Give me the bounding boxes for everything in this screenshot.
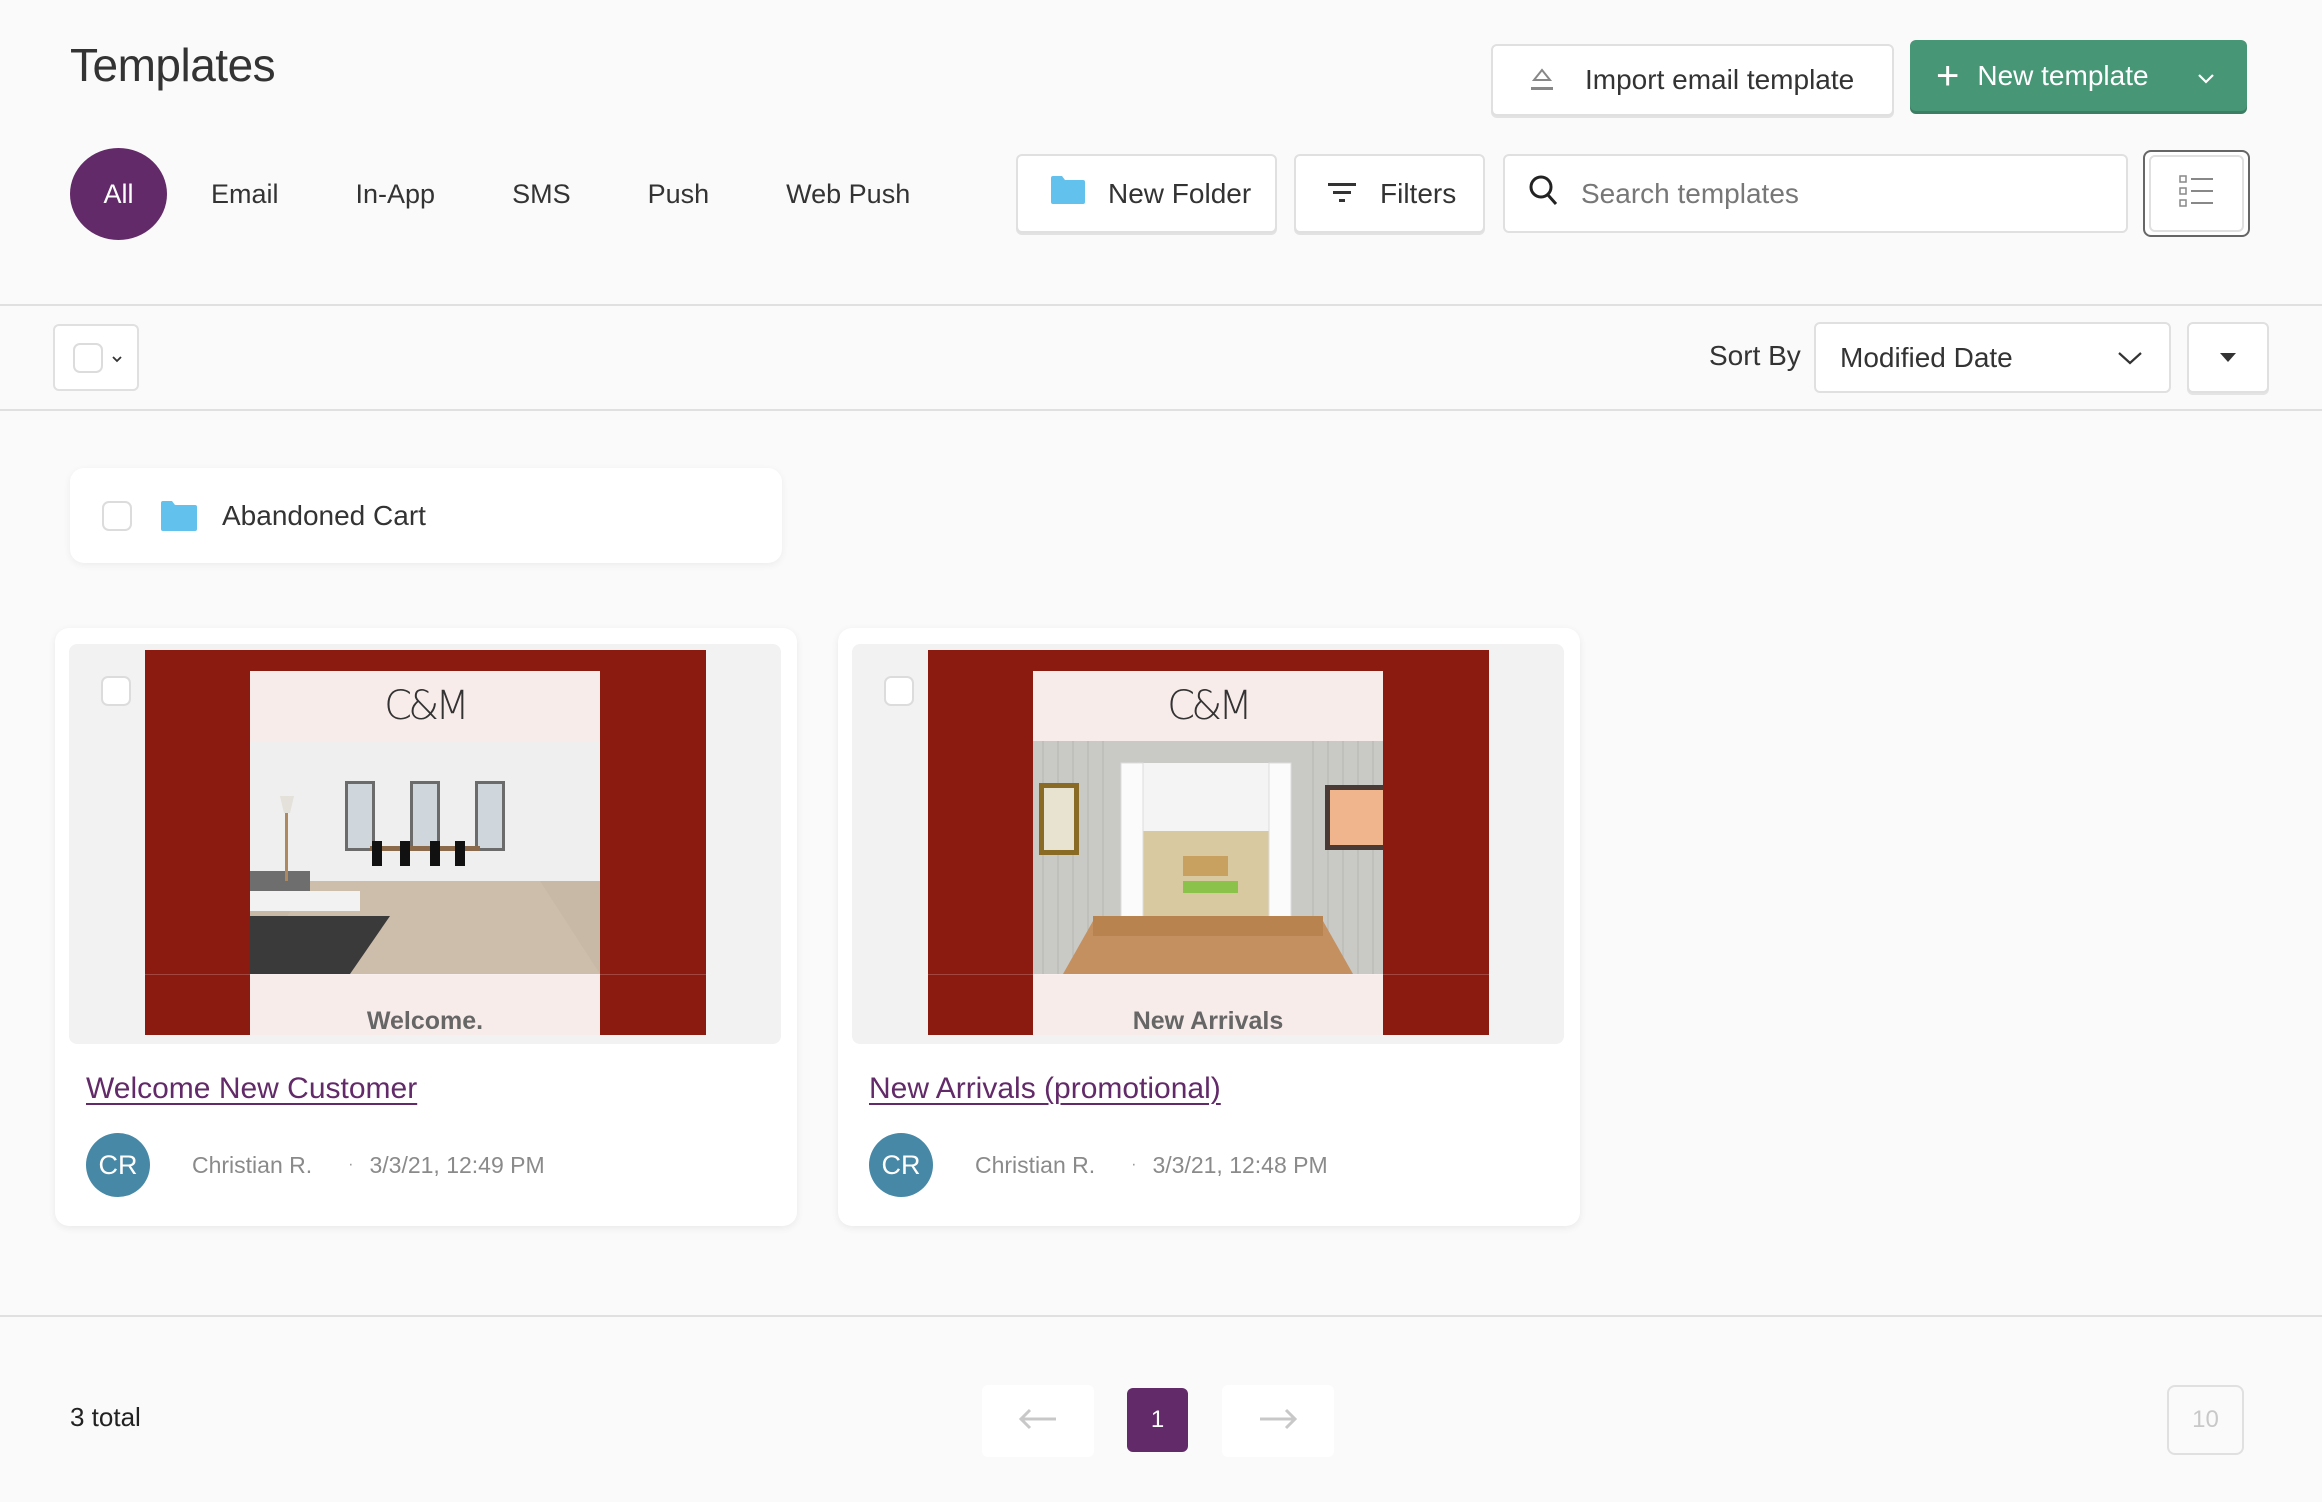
template-name-link[interactable]: New Arrivals (promotional) xyxy=(869,1072,1221,1106)
filter-icon xyxy=(1328,178,1356,210)
new-folder-label: New Folder xyxy=(1108,177,1252,209)
email-thumbnail: C&M xyxy=(145,650,706,1035)
template-name-link[interactable]: Welcome New Customer xyxy=(86,1072,417,1106)
new-template-label: New template xyxy=(1977,59,2149,91)
select-all-checkbox[interactable] xyxy=(73,342,103,373)
sort-by-value: Modified Date xyxy=(1840,341,2013,373)
chevron-down-icon xyxy=(2117,350,2143,366)
folder-name: Abandoned Cart xyxy=(222,499,426,531)
separator-dot: · xyxy=(1131,1156,1137,1173)
modified-date: 3/3/21, 12:48 PM xyxy=(1152,1151,1328,1178)
author-name: Christian R. xyxy=(192,1151,313,1178)
template-preview[interactable]: C&M xyxy=(69,644,781,1044)
preview-image-living-room xyxy=(250,741,600,974)
preview-headline: New Arrivals xyxy=(1132,1007,1284,1035)
author-name: Christian R. xyxy=(975,1151,1096,1178)
folder-checkbox[interactable] xyxy=(102,500,132,531)
separator-dot: · xyxy=(348,1156,354,1173)
tab-in-app[interactable]: In-App xyxy=(356,179,436,210)
folder-icon xyxy=(160,500,198,532)
modified-date: 3/3/21, 12:49 PM xyxy=(369,1151,545,1178)
tab-push[interactable]: Push xyxy=(648,179,710,210)
list-view-icon xyxy=(2178,174,2215,213)
template-checkbox[interactable] xyxy=(101,676,131,706)
brand-logo: C&M xyxy=(384,683,470,729)
search-input[interactable] xyxy=(1581,177,2081,210)
template-checkbox[interactable] xyxy=(884,676,914,706)
search-icon xyxy=(1529,175,1559,212)
search-field[interactable] xyxy=(1503,154,2128,233)
next-page-button[interactable] xyxy=(1222,1385,1334,1457)
total-count: 3 total xyxy=(70,1402,141,1432)
chevron-down-icon[interactable] xyxy=(2197,60,2215,92)
tab-email[interactable]: Email xyxy=(211,179,279,210)
email-thumbnail: C&M xyxy=(928,650,1489,1035)
avatar: CR xyxy=(86,1133,150,1197)
tab-web-push[interactable]: Web Push xyxy=(786,179,910,210)
previous-page-button[interactable] xyxy=(982,1385,1094,1457)
sort-order-button[interactable] xyxy=(2187,322,2269,393)
tab-all[interactable]: All xyxy=(70,148,167,240)
arrow-right-icon xyxy=(1258,1407,1298,1436)
import-email-template-label: Import email template xyxy=(1585,64,1855,95)
template-meta: CR Christian R. · 3/3/21, 12:48 PM xyxy=(869,1133,1328,1197)
sort-by-label: Sort By xyxy=(1709,340,1801,371)
import-email-template-button[interactable]: Import email template xyxy=(1491,44,1894,116)
header-divider xyxy=(0,304,2322,306)
plus-icon: + xyxy=(1936,53,1960,98)
filters-button[interactable]: Filters xyxy=(1294,154,1485,233)
caret-down-icon xyxy=(2220,353,2236,362)
arrow-left-icon xyxy=(1018,1407,1058,1436)
brand-logo: C&M xyxy=(1167,683,1253,729)
avatar: CR xyxy=(869,1133,933,1197)
preview-headline: Welcome. xyxy=(366,1007,484,1035)
list-view-toggle-button[interactable] xyxy=(2143,150,2250,237)
template-meta: CR Christian R. · 3/3/21, 12:49 PM xyxy=(86,1133,545,1197)
footer-divider xyxy=(0,1315,2322,1317)
filters-label: Filters xyxy=(1380,177,1457,209)
upload-icon xyxy=(1525,67,1559,93)
template-card: C&M xyxy=(55,628,797,1226)
folder-icon xyxy=(1050,175,1086,212)
toolbar-divider xyxy=(0,409,2322,411)
new-template-button[interactable]: + New template xyxy=(1910,40,2247,111)
template-card: C&M xyxy=(838,628,1580,1226)
new-folder-button[interactable]: New Folder xyxy=(1016,154,1277,233)
chevron-down-icon xyxy=(111,350,123,366)
page-size-select[interactable]: 10 xyxy=(2167,1385,2244,1455)
preview-image-hallway xyxy=(1033,741,1383,974)
tab-sms[interactable]: SMS xyxy=(512,179,571,210)
page-title: Templates xyxy=(70,39,276,91)
template-preview[interactable]: C&M xyxy=(852,644,1564,1044)
folder-item[interactable]: Abandoned Cart xyxy=(70,468,782,563)
page-1-button[interactable]: 1 xyxy=(1127,1388,1188,1452)
sort-by-select[interactable]: Modified Date xyxy=(1814,322,2171,393)
channel-tabs: All Email In-App SMS Push Web Push xyxy=(70,148,987,240)
select-all-dropdown[interactable] xyxy=(53,324,139,391)
